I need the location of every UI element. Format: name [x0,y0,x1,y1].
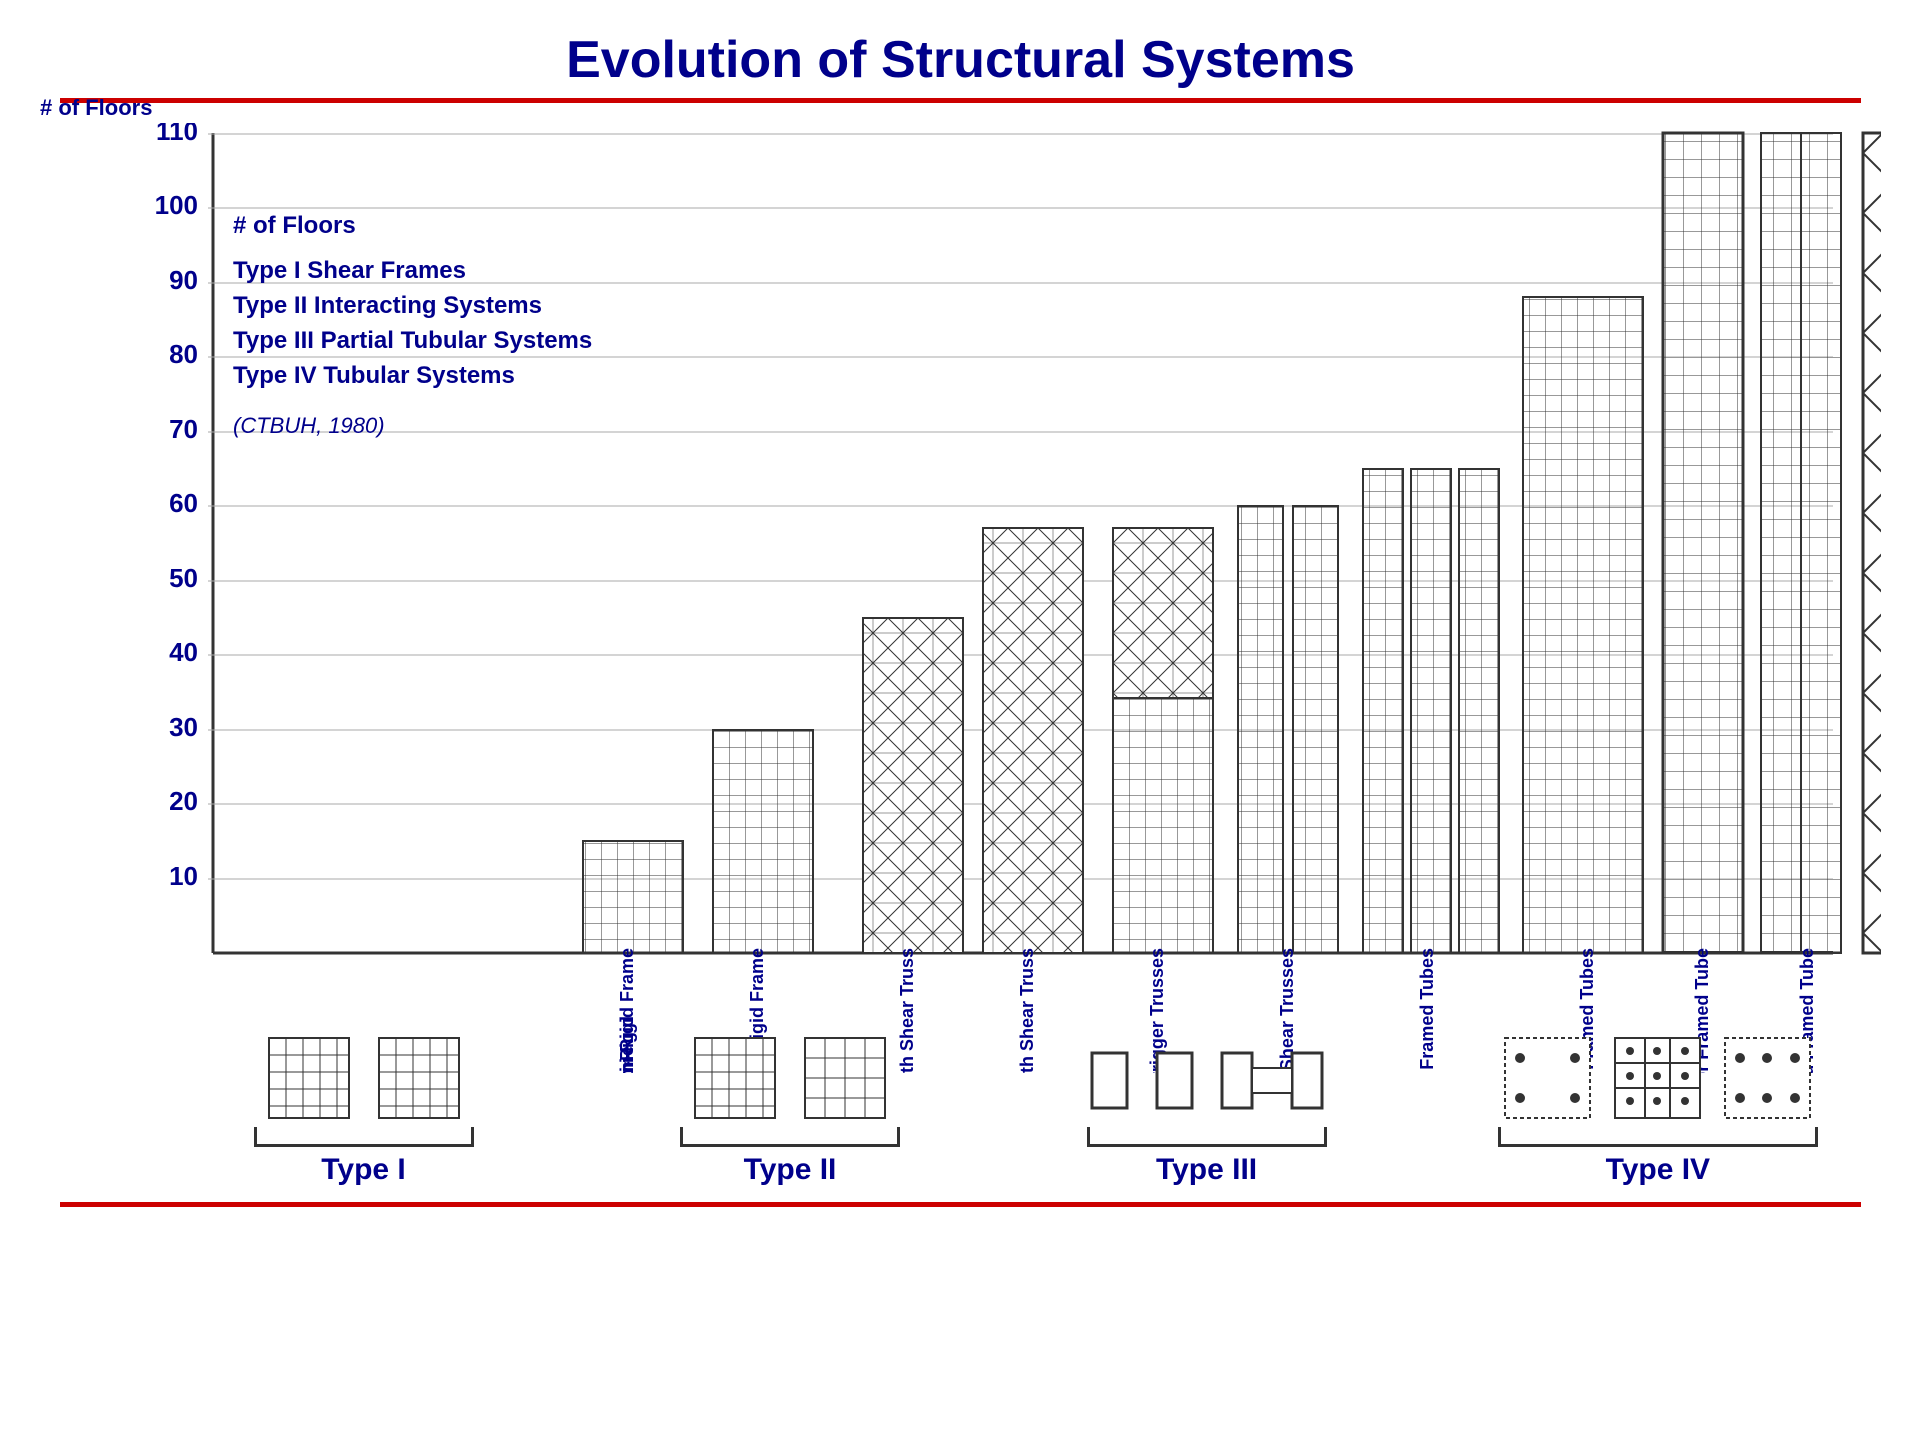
fp-icon-8 [1610,1033,1705,1123]
type-iv-bracket [1498,1127,1818,1147]
y-axis-title: # of Floors [40,95,152,121]
bar-end-channel-middle [1363,469,1499,953]
type-ii-icons [690,1033,890,1123]
type-i-group: Type I [185,1033,542,1187]
svg-text:Type I Shear Frames: Type I Shear Frames [233,257,466,284]
type-ii-group: Type II [602,1033,979,1187]
type-iv-group: Type IV [1435,1033,1881,1187]
svg-text:110: 110 [156,123,198,146]
fp-icon-1 [264,1033,354,1123]
chart-svg: 10 20 30 40 50 60 70 [125,123,1881,1073]
svg-text:(CTBUH, 1980): (CTBUH, 1980) [233,413,385,438]
chart-area: 10 20 30 40 50 60 70 [125,123,1881,1073]
title-underline [60,98,1861,103]
svg-text:90: 90 [169,265,198,295]
svg-text:Type IV Tubular Systems: Type IV Tubular Systems [233,362,515,389]
svg-text:# of Floors: # of Floors [233,212,356,239]
bottom-section: Type I [40,1033,1881,1207]
fp-icon-2 [374,1033,464,1123]
type-i-label: Type I [321,1153,405,1187]
type-iv-icons [1500,1033,1815,1123]
y-axis: # of Floors [40,123,125,1073]
type-iii-bracket [1087,1127,1327,1147]
svg-text:70: 70 [169,414,198,444]
fp-icon-5 [1087,1033,1197,1123]
bar-frame-outrigger [1113,528,1213,953]
type-iii-group: Type III [1018,1033,1395,1187]
type-iii-icons [1087,1033,1327,1123]
svg-text:40: 40 [169,637,198,667]
type-i-bracket [254,1127,474,1147]
svg-text:30: 30 [169,712,198,742]
floor-plans-row: Type I [40,1033,1881,1187]
fp-icon-9 [1720,1033,1815,1123]
type-iii-label: Type III [1156,1153,1257,1187]
fp-icon-3 [690,1033,780,1123]
svg-text:80: 80 [169,339,198,369]
bar-end-channel-framed [1523,297,1643,953]
svg-text:100: 100 [155,190,198,220]
bar-exterior-diag [1863,133,1881,953]
page-wrapper: Evolution of Structural Systems # of Flo… [0,0,1921,1441]
bar-bundled-framed [1761,133,1841,953]
fp-icon-4 [800,1033,890,1123]
bar-frame-shear-truss1 [863,618,963,953]
svg-text:60: 60 [169,488,198,518]
svg-text:Type II Interacting Systems: Type II Interacting Systems [233,292,542,319]
svg-text:10: 10 [169,861,198,891]
type-i-icons [264,1033,464,1123]
bar-exterior-framed [1663,133,1743,953]
svg-text:Type III Partial Tubular Sys: Type III Partial Tubular Systems [233,327,592,354]
svg-text:50: 50 [169,563,198,593]
bar-rigid-frame [713,730,813,953]
bar-frame-shear-truss2 [983,528,1083,953]
fp-icon-6 [1217,1033,1327,1123]
bottom-line [60,1202,1861,1207]
svg-text:20: 20 [169,786,198,816]
type-ii-label: Type II [744,1153,837,1187]
type-iv-label: Type IV [1606,1153,1710,1187]
fp-icon-7 [1500,1033,1595,1123]
main-title: Evolution of Structural Systems [40,20,1881,90]
type-ii-bracket [680,1127,900,1147]
